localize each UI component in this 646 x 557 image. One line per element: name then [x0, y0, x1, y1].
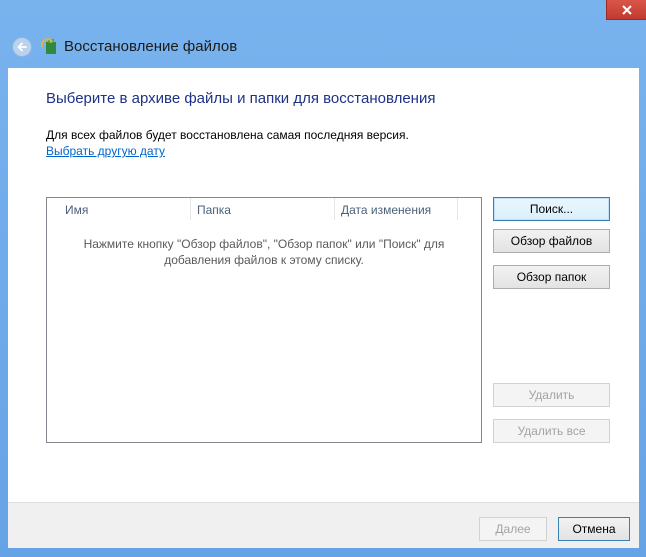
column-header-name[interactable]: Имя: [47, 198, 190, 222]
file-list[interactable]: Имя Папка Дата изменения Нажмите кнопку …: [46, 197, 482, 443]
choose-date-link[interactable]: Выбрать другую дату: [46, 144, 165, 158]
cancel-button[interactable]: Отмена: [558, 517, 630, 541]
back-button[interactable]: [12, 37, 32, 57]
empty-message-line: Нажмите кнопку "Обзор файлов", "Обзор па…: [83, 237, 445, 251]
remove-button[interactable]: Удалить: [493, 383, 610, 407]
search-button[interactable]: Поиск...: [493, 197, 610, 221]
empty-message-line: добавления файлов к этому списку.: [164, 253, 364, 267]
window-close-button[interactable]: [606, 0, 646, 20]
column-header-date[interactable]: Дата изменения: [324, 198, 458, 222]
browse-files-button[interactable]: Обзор файлов: [493, 229, 610, 253]
browse-folders-button[interactable]: Обзор папок: [493, 265, 610, 289]
back-arrow-icon: [17, 42, 27, 52]
page-heading: Выберите в архиве файлы и папки для восс…: [46, 90, 436, 107]
window-frame: Восстановление файлов Выберите в архиве …: [0, 0, 646, 557]
column-header-folder[interactable]: Папка: [181, 198, 333, 222]
close-icon: [622, 5, 632, 15]
remove-all-button[interactable]: Удалить все: [493, 419, 610, 443]
column-separator[interactable]: [457, 198, 458, 220]
info-text: Для всех файлов будет восстановлена сама…: [46, 128, 409, 142]
empty-list-message: Нажмите кнопку "Обзор файлов", "Обзор па…: [47, 236, 481, 268]
window-title: Восстановление файлов: [64, 38, 238, 55]
file-history-icon: [41, 38, 56, 54]
next-button[interactable]: Далее: [479, 517, 547, 541]
